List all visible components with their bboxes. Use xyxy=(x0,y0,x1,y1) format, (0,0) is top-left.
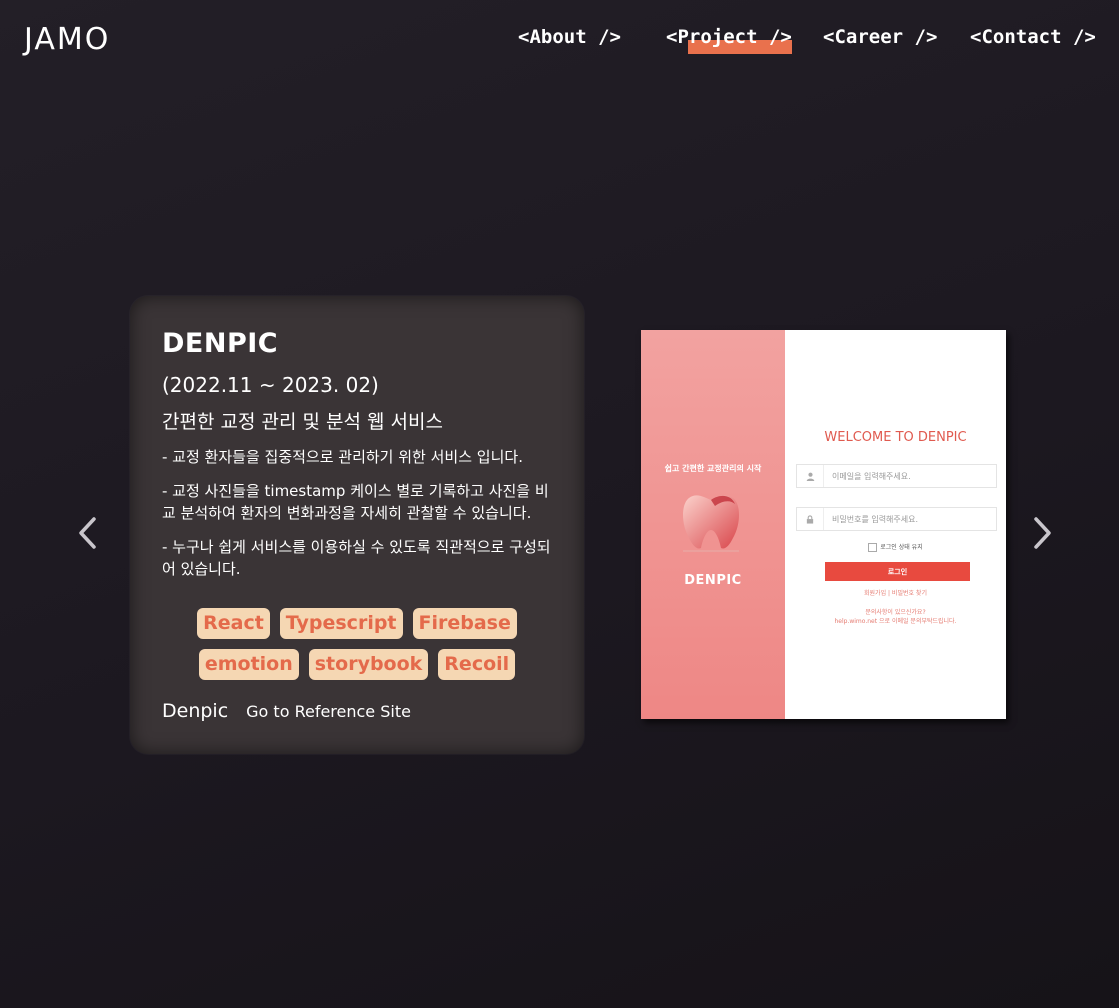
project-description-2: - 교정 사진들을 timestamp 케이스 별로 기록하고 사진을 비교 분… xyxy=(162,482,549,522)
screenshot-contact-line1: 문의사항이 있으신가요? xyxy=(865,609,926,616)
tag-emotion: emotion xyxy=(198,649,299,680)
screenshot-brand: DENPIC xyxy=(684,573,742,588)
project-description-1: - 교정 환자들을 집중적으로 관리하기 위한 서비스 입니다. xyxy=(162,448,523,466)
screenshot-tagline: 쉽고 간편한 교정관리의 시작 xyxy=(664,464,762,473)
screenshot-left-panel: 쉽고 간편한 교정관리의 시작 DENPIC xyxy=(641,330,785,719)
project-card: DENPIC (2022.11 ~ 2023. 02) 간편한 교정 관리 및 … xyxy=(130,296,584,754)
screenshot-welcome: WELCOME TO DENPIC xyxy=(824,430,967,445)
lock-icon xyxy=(797,508,824,530)
nav-about[interactable]: <About /> xyxy=(518,26,621,48)
nav-project-label: <Project /> xyxy=(666,26,792,48)
tech-stack: React Typescript Firebase emotion storyb… xyxy=(162,608,552,690)
project-subtitle: 간편한 교정 관리 및 분석 웹 서비스 xyxy=(162,411,443,433)
nav-contact[interactable]: <Contact /> xyxy=(970,26,1096,48)
tag-storybook: storybook xyxy=(308,649,429,680)
reference-site-link[interactable]: Go to Reference Site xyxy=(246,702,411,721)
project-title: DENPIC xyxy=(162,328,279,359)
screenshot-keep-login-label: 로그인 상태 유지 xyxy=(880,544,923,551)
screenshot-contact: 문의사항이 있으신가요? help.wimo.net 으로 이메일 문의부탁드립… xyxy=(785,608,1006,626)
tag-recoil: Recoil xyxy=(438,649,516,680)
project-description-3: - 누구나 쉽게 서비스를 이용하실 수 있도록 직관적으로 구성되어 있습니다… xyxy=(162,538,551,578)
screenshot-login-button: 로그인 xyxy=(825,562,970,581)
screenshot-login-panel: WELCOME TO DENPIC 이메일을 입력해주세요. 비밀번호를 입력해… xyxy=(785,330,1006,719)
main-nav: <About /> <Project /> <Career /> <Contac… xyxy=(0,26,1119,56)
tag-typescript: Typescript xyxy=(279,608,403,639)
chevron-left-icon xyxy=(79,517,96,549)
project-screenshot: 쉽고 간편한 교정관리의 시작 DENPIC WELCOME TO DENPIC… xyxy=(641,330,1006,719)
screenshot-contact-line2: help.wimo.net 으로 이메일 문의부탁드립니다. xyxy=(834,618,957,625)
tag-firebase: Firebase xyxy=(412,608,517,639)
project-period: (2022.11 ~ 2023. 02) xyxy=(162,373,379,397)
screenshot-password-field: 비밀번호를 입력해주세요. xyxy=(796,507,997,531)
screenshot-password-placeholder: 비밀번호를 입력해주세요. xyxy=(832,514,919,524)
tag-react: React xyxy=(197,608,270,639)
checkbox-icon xyxy=(868,543,878,552)
prev-slide-button[interactable] xyxy=(76,516,100,550)
screenshot-email-field: 이메일을 입력해주세요. xyxy=(796,464,997,488)
project-brand: Denpic xyxy=(162,700,229,722)
card-footer: Denpic Go to Reference Site xyxy=(162,700,411,722)
nav-project[interactable]: <Project /> xyxy=(666,26,792,54)
screenshot-keep-login: 로그인 상태 유지 xyxy=(785,542,1006,552)
tooth-logo-icon xyxy=(683,495,739,552)
user-icon xyxy=(797,465,824,487)
screenshot-email-placeholder: 이메일을 입력해주세요. xyxy=(832,471,911,481)
nav-career[interactable]: <Career /> xyxy=(823,26,937,48)
next-slide-button[interactable] xyxy=(1030,516,1054,550)
chevron-right-icon xyxy=(1034,517,1051,549)
screenshot-links: 회원가입 | 비밀번호 찾기 xyxy=(864,590,927,597)
